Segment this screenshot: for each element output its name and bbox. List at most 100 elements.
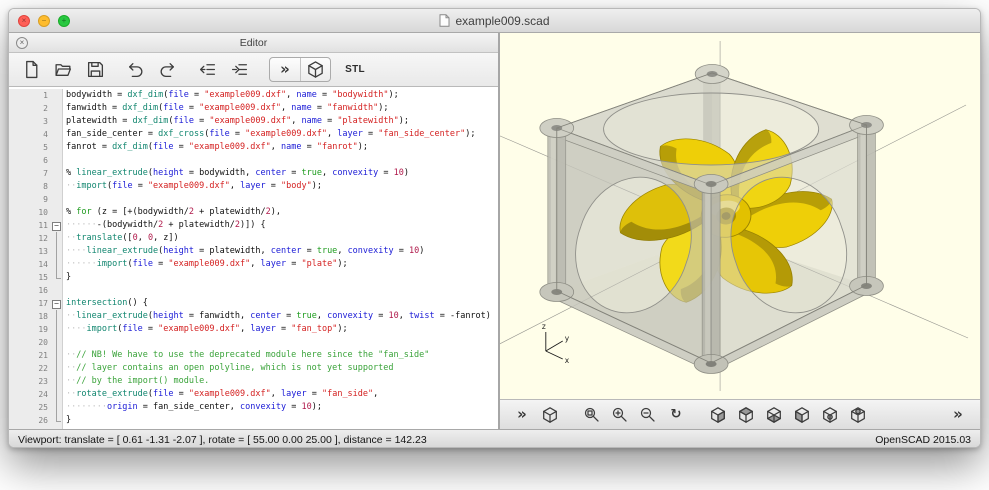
zoom-window-button[interactable]: +	[58, 15, 70, 27]
line-number: 3	[9, 117, 51, 126]
render-cube-icon	[306, 60, 325, 79]
fold-marker[interactable]: −	[51, 219, 62, 232]
fold-margin-cell	[51, 141, 62, 154]
view-bottom-button[interactable]	[760, 402, 788, 428]
code-line[interactable]: ··rotate_extrude(file = "example009.dxf"…	[66, 388, 498, 401]
editor-dock-titlebar[interactable]: × Editor	[9, 33, 498, 53]
fold-margin-cell	[51, 115, 62, 128]
axis-x-label: x	[565, 356, 570, 365]
gutter-row: 22	[9, 362, 62, 375]
reset-view-button[interactable]: ↻	[662, 402, 690, 428]
3d-viewport[interactable]: z x y	[500, 33, 980, 399]
code-line[interactable]: fanrot = dxf_dim(file = "example009.dxf"…	[66, 141, 498, 154]
indent-button[interactable]	[223, 56, 255, 84]
new-file-button[interactable]	[15, 56, 47, 84]
render-button[interactable]	[536, 402, 564, 428]
code-editor[interactable]: 1234567891011−121314151617−1819202122232…	[9, 87, 498, 429]
undo-icon	[126, 60, 145, 79]
code-line[interactable]: platewidth = dxf_dim(file = "example009.…	[66, 115, 498, 128]
stl-export-icon: STL	[345, 64, 365, 75]
view-front-button[interactable]	[816, 402, 844, 428]
code-line[interactable]	[66, 193, 498, 206]
gutter-row: 3	[9, 115, 62, 128]
line-number: 18	[9, 312, 51, 321]
code-line[interactable]: ······-(bodywidth/2 + platewidth/2)]) {	[66, 219, 498, 232]
line-number: 4	[9, 130, 51, 139]
zoom-out-button[interactable]	[634, 402, 662, 428]
fold-margin-cell	[51, 206, 62, 219]
editor-close-button[interactable]: ×	[16, 37, 28, 49]
export-stl-button[interactable]: STL	[339, 56, 371, 84]
code-line[interactable]: intersection() {	[66, 297, 498, 310]
unindent-button[interactable]	[191, 56, 223, 84]
zoom-in-button[interactable]	[606, 402, 634, 428]
window-titlebar[interactable]: × − + example009.scad	[9, 9, 980, 33]
redo-button[interactable]	[151, 56, 183, 84]
code-line[interactable]	[66, 154, 498, 167]
document-proxy-icon	[439, 14, 450, 27]
save-button[interactable]	[79, 56, 111, 84]
code-line[interactable]: ······import(file = "example009.dxf", la…	[66, 258, 498, 271]
code-line[interactable]: ····linear_extrude(height = platewidth, …	[66, 245, 498, 258]
close-window-button[interactable]: ×	[18, 15, 30, 27]
gutter-row: 15	[9, 271, 62, 284]
undo-button[interactable]	[119, 56, 151, 84]
code-line[interactable]: ····import(file = "example009.dxf", laye…	[66, 323, 498, 336]
preview-button[interactable]: »	[270, 58, 300, 81]
code-line[interactable]: % linear_extrude(height = bodywidth, cen…	[66, 167, 498, 180]
code-line[interactable]: bodywidth = dxf_dim(file = "example009.d…	[66, 89, 498, 102]
gutter-row: 21	[9, 349, 62, 362]
code-line[interactable]: ··import(file = "example009.dxf", layer …	[66, 180, 498, 193]
toolbar-overflow-button[interactable]: »	[944, 402, 972, 428]
gutter-row: 6	[9, 154, 62, 167]
open-folder-icon	[54, 60, 73, 79]
code-line[interactable]: ··// NB! We have to use the deprecated m…	[66, 349, 498, 362]
gutter-row: 10	[9, 206, 62, 219]
code-line[interactable]: ········origin = fan_side_center, convex…	[66, 401, 498, 414]
view-left-button[interactable]	[788, 402, 816, 428]
line-number: 16	[9, 286, 51, 295]
fold-margin-cell	[51, 362, 62, 375]
gutter-row: 5	[9, 141, 62, 154]
reset-view-icon: ↻	[671, 408, 682, 421]
code-line[interactable]: }	[66, 271, 498, 284]
code-line[interactable]: % for (z = [+(bodywidth/2 + platewidth/2…	[66, 206, 498, 219]
code-lines: bodywidth = dxf_dim(file = "example009.d…	[63, 89, 498, 429]
line-number: 1	[9, 91, 51, 100]
code-line[interactable]: fan_side_center = dxf_cross(file = "exam…	[66, 128, 498, 141]
line-number: 19	[9, 325, 51, 334]
gutter-row: 2	[9, 102, 62, 115]
code-line[interactable]: fanwidth = dxf_dim(file = "example009.dx…	[66, 102, 498, 115]
gutter-row: 13	[9, 245, 62, 258]
fold-marker[interactable]: −	[51, 297, 62, 310]
code-line[interactable]: ··// layer contains an open polyline, wh…	[66, 362, 498, 375]
gutter-row: 23	[9, 375, 62, 388]
gutter-row: 14	[9, 258, 62, 271]
zoom-all-button[interactable]	[578, 402, 606, 428]
gutter-row: 26	[9, 414, 62, 427]
line-number: 23	[9, 377, 51, 386]
code-line[interactable]: ··// by the import() module.	[66, 375, 498, 388]
preview-button[interactable]: »	[508, 402, 536, 428]
view-right-button[interactable]	[704, 402, 732, 428]
fold-margin-cell	[51, 414, 62, 427]
view-top-button[interactable]	[732, 402, 760, 428]
window-controls: × − +	[18, 15, 70, 27]
code-line[interactable]	[66, 284, 498, 297]
cube-front-icon	[821, 406, 839, 424]
code-line[interactable]: ··linear_extrude(height = fanwidth, cent…	[66, 310, 498, 323]
render-button[interactable]	[300, 58, 330, 81]
version-text: OpenSCAD 2015.03	[875, 434, 971, 446]
cube-back-icon	[849, 406, 867, 424]
open-file-button[interactable]	[47, 56, 79, 84]
preview-chevrons-icon: »	[517, 407, 527, 422]
code-line[interactable]: }	[66, 414, 498, 427]
line-number: 21	[9, 351, 51, 360]
minimize-window-button[interactable]: −	[38, 15, 50, 27]
fold-margin-cell	[51, 102, 62, 115]
code-line[interactable]	[66, 336, 498, 349]
fold-margin-cell	[51, 128, 62, 141]
code-line[interactable]: ··translate([0, 0, z])	[66, 232, 498, 245]
view-back-button[interactable]	[844, 402, 872, 428]
fold-margin-cell	[51, 180, 62, 193]
